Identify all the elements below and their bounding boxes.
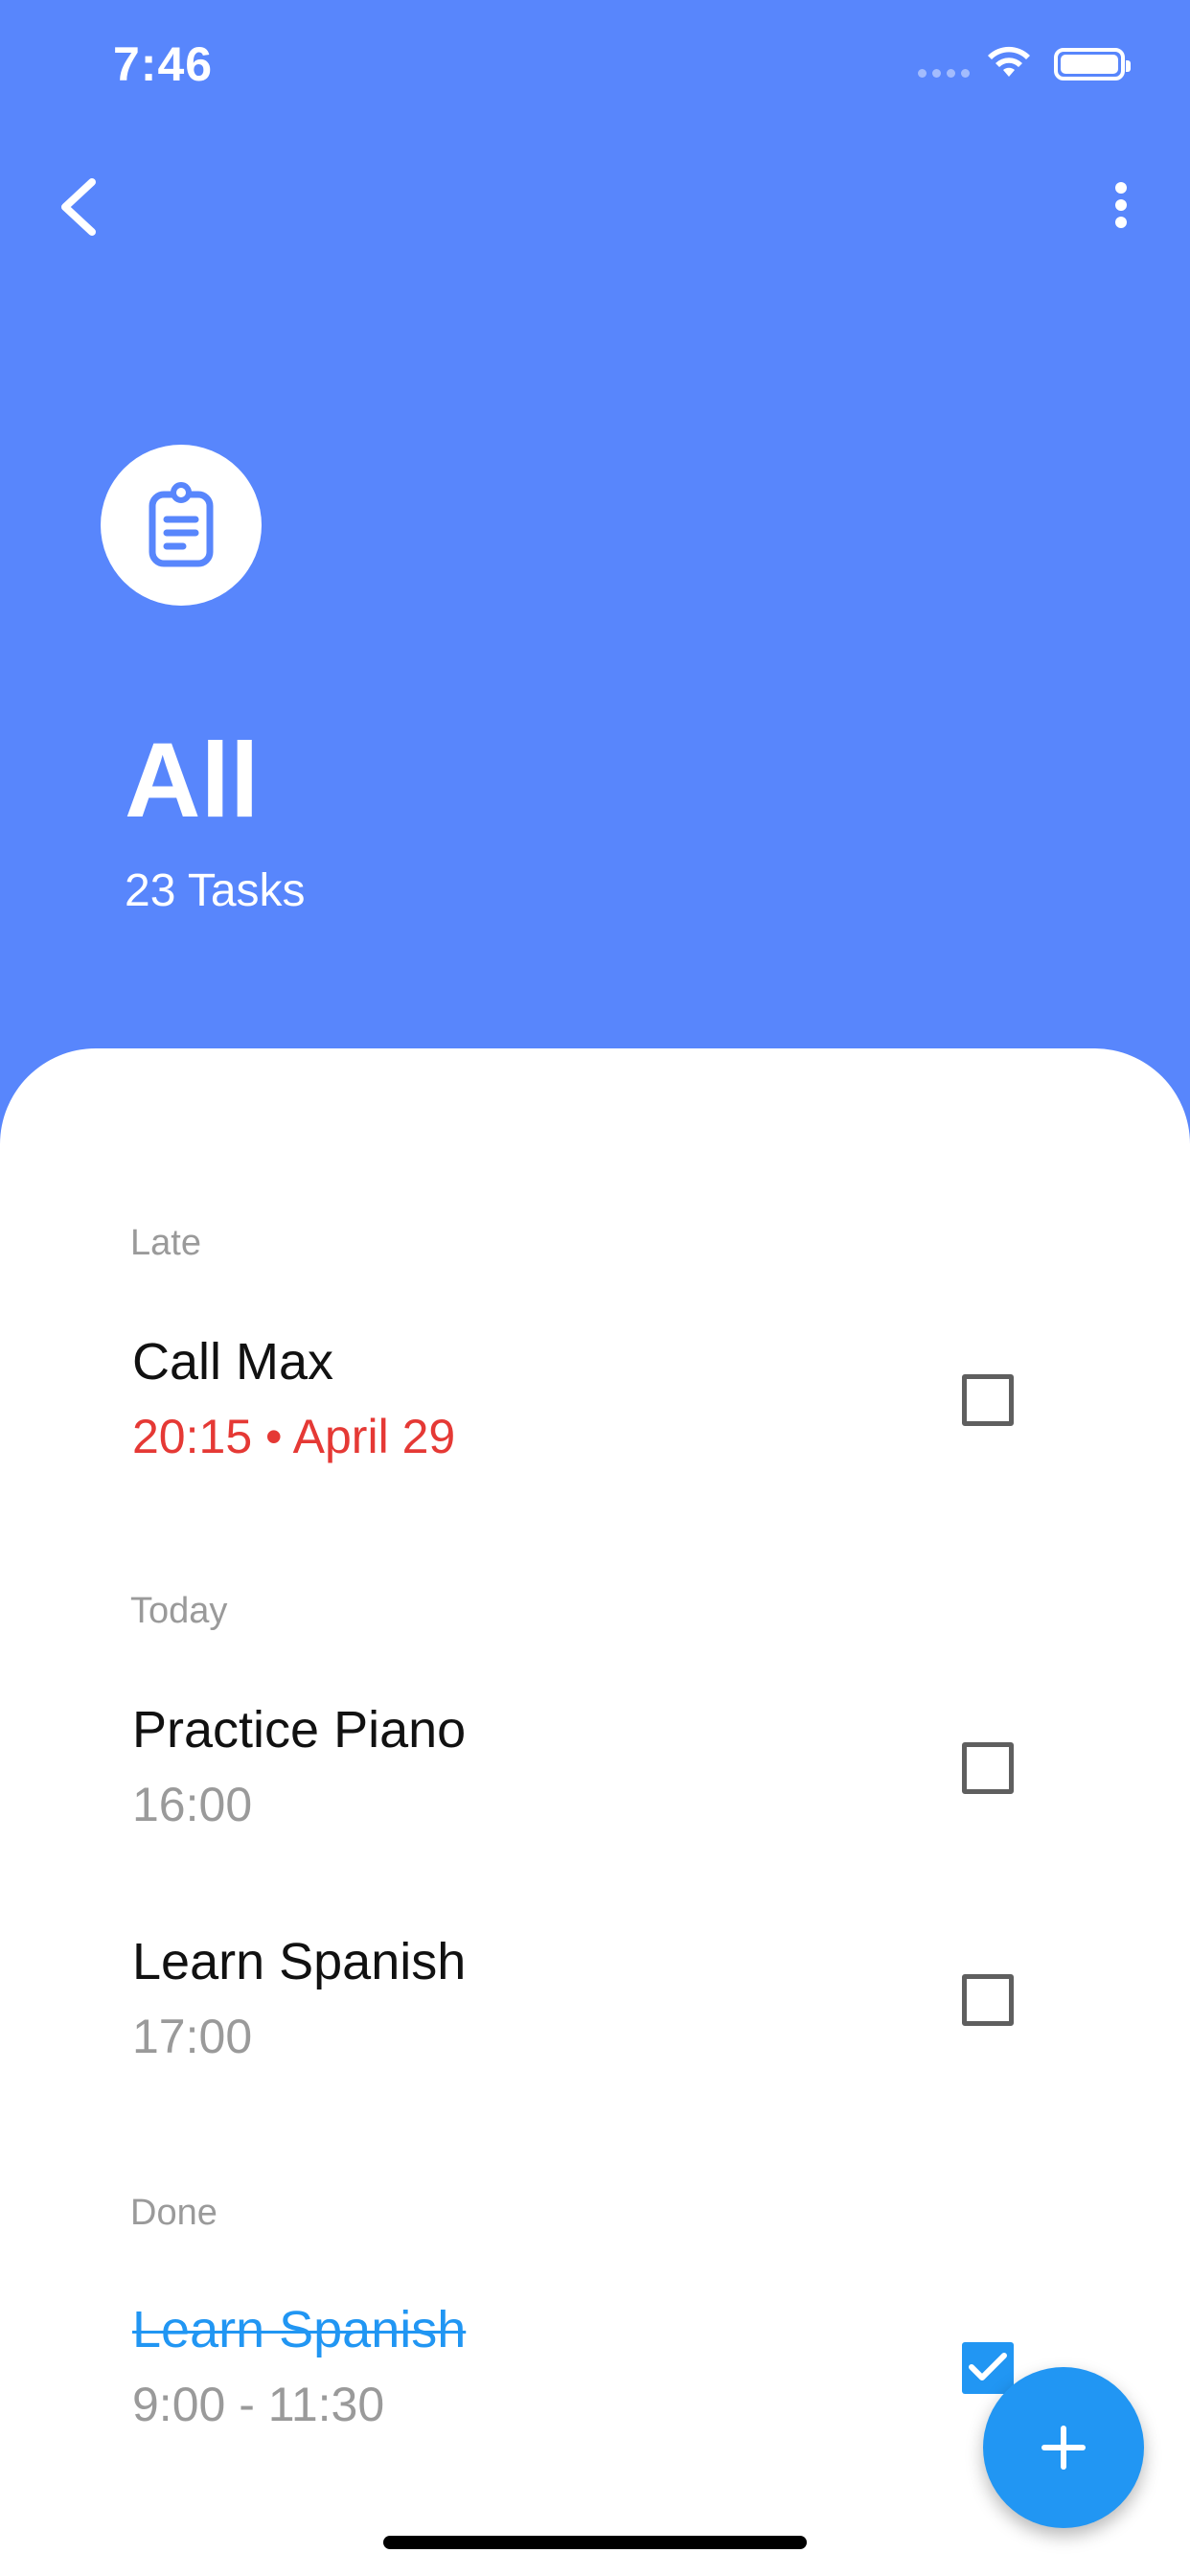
add-task-button[interactable] [983, 2367, 1144, 2528]
more-options-button[interactable] [1102, 176, 1140, 234]
task-count: 23 Tasks [125, 865, 306, 916]
status-time: 7:46 [113, 37, 214, 91]
task-checkbox[interactable] [962, 1374, 1014, 1426]
task-title-completed: Learn Spanish [132, 2301, 467, 2358]
task-title: Learn Spanish [132, 1933, 467, 1990]
task-due-late: 20:15 • April 29 [132, 1410, 456, 1463]
task-checkbox[interactable] [962, 1974, 1014, 2026]
task-checkbox-checked[interactable] [962, 2342, 1014, 2394]
cellular-signal-icon [918, 69, 970, 78]
home-indicator[interactable] [383, 2536, 807, 2549]
task-time: 16:00 [132, 1778, 253, 1831]
task-time: 17:00 [132, 2010, 253, 2063]
clipboard-icon [149, 482, 214, 567]
battery-icon [1054, 48, 1131, 80]
status-bar: 7:46 [0, 0, 1190, 134]
task-checkbox[interactable] [962, 1742, 1014, 1794]
list-icon-badge [101, 445, 262, 606]
back-button[interactable] [50, 172, 111, 242]
task-title: Call Max [132, 1333, 334, 1391]
checkmark-icon [969, 2353, 1007, 2380]
chevron-left-icon [61, 178, 96, 236]
section-label-late: Late [130, 1223, 201, 1263]
task-time: 9:00 - 11:30 [132, 2378, 385, 2431]
wifi-icon [988, 46, 1030, 77]
task-title: Practice Piano [132, 1701, 467, 1759]
section-label-done: Done [130, 2193, 217, 2233]
section-label-today: Today [130, 1591, 228, 1631]
more-vertical-icon [1102, 182, 1140, 228]
list-title: All [125, 722, 260, 840]
